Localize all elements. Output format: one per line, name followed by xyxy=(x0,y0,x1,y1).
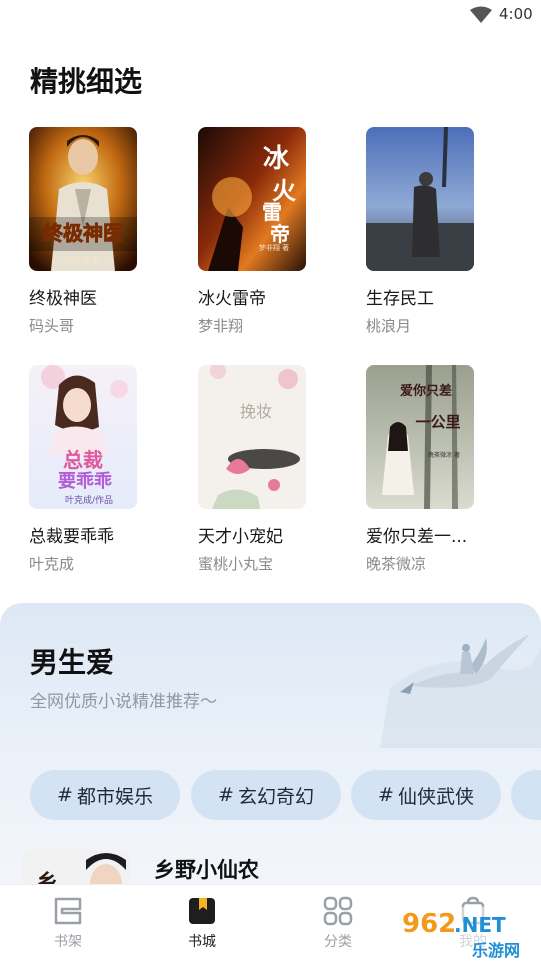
svg-text:爱你只差: 爱你只差 xyxy=(400,383,452,399)
svg-text:总裁: 总裁 xyxy=(63,448,103,472)
book-title: 爱你只差一... xyxy=(366,527,468,547)
tag-label: 玄幻奇幻 xyxy=(237,785,314,808)
tag-urban[interactable]: # 都市娱乐 xyxy=(30,770,180,820)
cover-author-text: 码头哥/著 xyxy=(66,255,101,265)
bookshelf-icon xyxy=(54,897,82,925)
cover-author-text: 晚茶微凉 著 xyxy=(428,451,460,459)
tag-label: 仙侠武侠 xyxy=(397,785,474,808)
book-title: 总裁要乖乖 xyxy=(29,527,114,547)
book-cover[interactable]: 挽妆 xyxy=(198,365,306,509)
book-author: 叶克成 xyxy=(29,555,75,573)
genre-tags: # 都市娱乐 # 玄幻奇幻 # 仙侠武侠 xyxy=(30,770,541,820)
nav-category[interactable]: 分类 xyxy=(308,895,368,955)
book-cover[interactable]: 总裁 要乖乖 叶克成/作品 xyxy=(29,365,137,509)
watermark-subtext: 乐游网 xyxy=(472,941,521,960)
featured-book-title: 乡野小仙农 xyxy=(154,858,259,882)
tag-label: 都市娱乐 xyxy=(76,785,153,808)
status-time: 4:00 xyxy=(499,5,533,23)
cover-author-text: 梦非翔 著 xyxy=(259,243,289,252)
book-card[interactable]: 总裁 要乖乖 叶克成/作品 总裁要乖乖 叶克成 xyxy=(29,365,169,574)
boys-section-title: 男生爱 xyxy=(30,646,115,679)
book-author: 码头哥 xyxy=(29,317,75,335)
book-author: 晚茶微凉 xyxy=(366,555,427,573)
nav-bookstore[interactable]: 书城 xyxy=(172,895,232,955)
bookstore-icon xyxy=(189,898,215,924)
book-title: 天才小宠妃 xyxy=(198,527,283,547)
watermark-number: 962 xyxy=(402,909,457,939)
book-title: 终极神医 xyxy=(29,289,97,309)
svg-text:雷: 雷 xyxy=(262,200,282,224)
book-card[interactable]: 终极神医 码头哥/著 终极神医 码头哥 xyxy=(29,127,169,336)
book-card[interactable]: 挽妆 天才小宠妃 蜜桃小丸宝 xyxy=(198,365,338,574)
svg-text:要乖乖: 要乖乖 xyxy=(58,471,112,492)
book-cover[interactable]: 爱你只差 一公里 晚茶微凉 著 xyxy=(366,365,474,509)
tag-hash: # xyxy=(218,784,234,806)
bookstore-screen: 4:00 精挑细选 终极神医 码头哥/著 终极神医 码头哥 冰 火 雷 帝 梦非… xyxy=(0,0,541,961)
crane-illustration xyxy=(380,634,541,748)
cover-title-text: 终极神医 xyxy=(43,221,123,245)
site-watermark: 962 .NET 乐游网 xyxy=(400,905,541,961)
boys-section-subtitle: 全网优质小说精准推荐～ xyxy=(30,692,217,712)
tag-hash: # xyxy=(378,784,394,806)
book-cover[interactable]: 冰 火 雷 帝 梦非翔 著 xyxy=(198,127,306,271)
wifi-icon xyxy=(470,6,492,23)
book-cover[interactable] xyxy=(366,127,474,271)
book-title: 生存民工 xyxy=(366,289,434,309)
nav-label: 书架 xyxy=(54,934,82,950)
tag-fantasy[interactable]: # 玄幻奇幻 xyxy=(191,770,341,820)
svg-text:一公里: 一公里 xyxy=(415,413,460,431)
watermark-suffix: .NET xyxy=(454,913,506,937)
svg-text:帝: 帝 xyxy=(270,222,290,246)
section-title-picks: 精挑细选 xyxy=(30,65,143,98)
nav-label: 分类 xyxy=(324,934,352,950)
book-cover[interactable]: 终极神医 码头哥/著 xyxy=(29,127,137,271)
cover-author-text: 叶克成/作品 xyxy=(65,494,113,506)
category-icon xyxy=(323,896,353,926)
cover-title-text: 挽妆 xyxy=(240,402,272,421)
book-title: 冰火雷帝 xyxy=(198,289,266,309)
book-author: 梦非翔 xyxy=(198,317,244,335)
status-bar: 4:00 xyxy=(0,0,541,30)
book-card[interactable]: 生存民工 桃浪月 xyxy=(366,127,506,336)
book-author: 蜜桃小丸宝 xyxy=(198,555,274,573)
book-card[interactable]: 冰 火 雷 帝 梦非翔 著 冰火雷帝 梦非翔 xyxy=(198,127,338,336)
tag-hash: # xyxy=(57,784,73,806)
boys-section: 男生爱 全网优质小说精准推荐～ # 都市娱乐 # 玄幻奇幻 # 仙侠武侠 乡 乡… xyxy=(0,603,541,903)
tag-more-partial[interactable] xyxy=(511,770,541,820)
svg-text:冰: 冰 xyxy=(263,144,290,174)
tag-xianxia[interactable]: # 仙侠武侠 xyxy=(351,770,501,820)
book-card[interactable]: 爱你只差 一公里 晚茶微凉 著 爱你只差一... 晚茶微凉 xyxy=(366,365,506,574)
nav-bookshelf[interactable]: 书架 xyxy=(38,895,98,955)
nav-label: 书城 xyxy=(188,934,216,950)
book-author: 桃浪月 xyxy=(366,317,412,335)
